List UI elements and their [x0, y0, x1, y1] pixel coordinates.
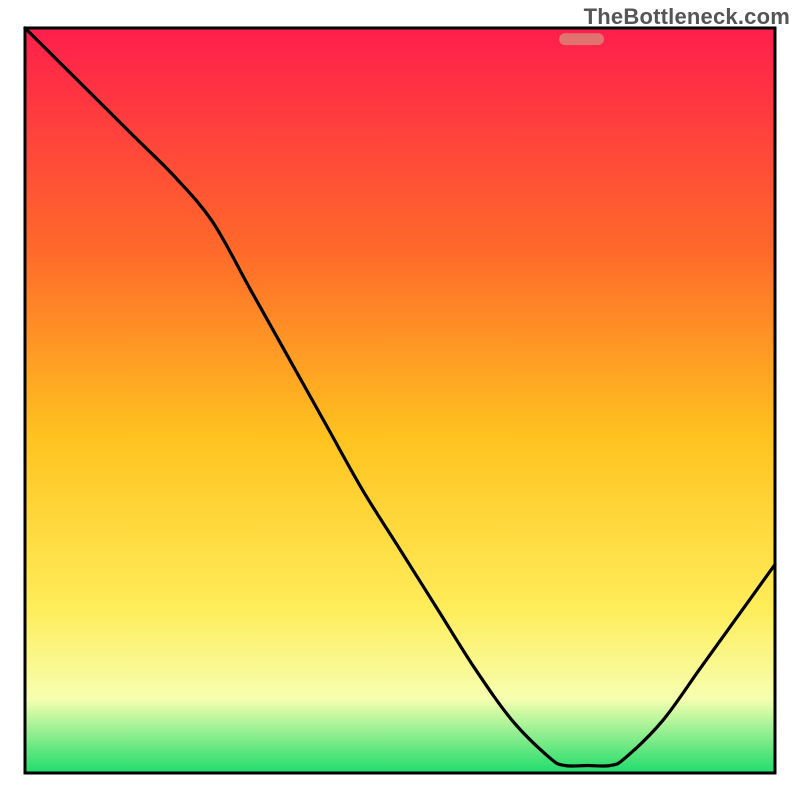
watermark-text: TheBottleneck.com [584, 4, 790, 30]
optimal-marker [559, 33, 604, 45]
chart-frame: TheBottleneck.com [0, 0, 800, 800]
bottleneck-curve-chart [0, 0, 800, 800]
